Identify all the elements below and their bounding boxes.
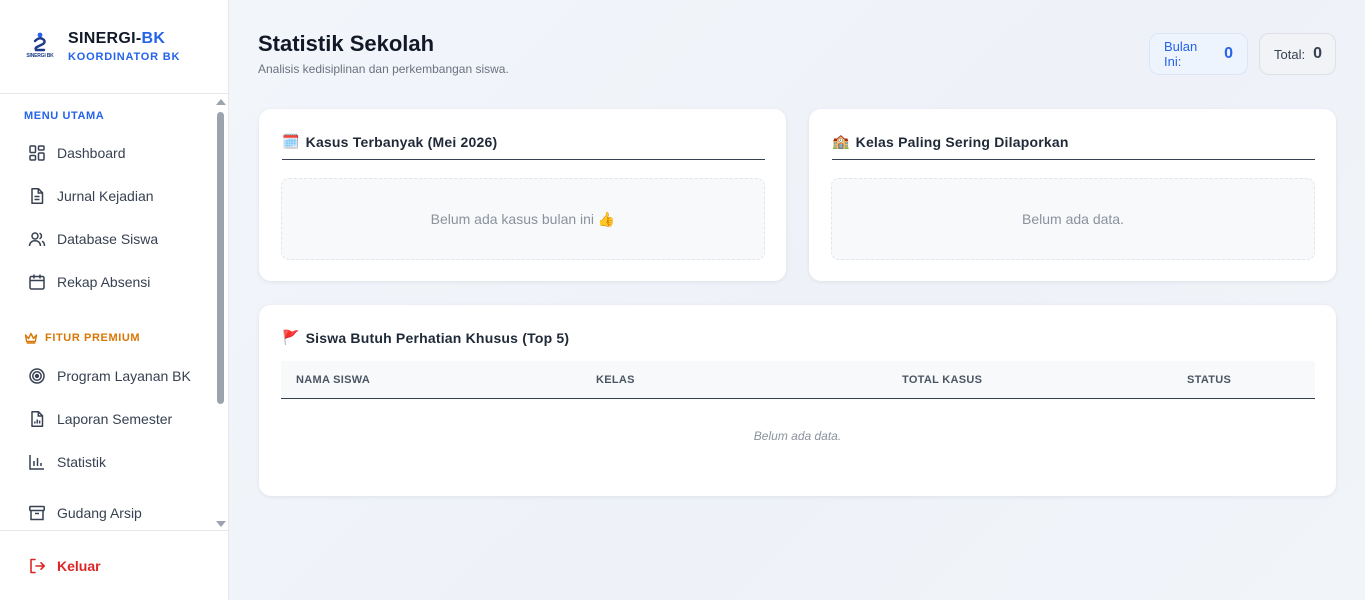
users-icon <box>28 230 46 248</box>
page-title: Statistik Sekolah <box>258 31 435 56</box>
sidebar-item-dashboard[interactable]: Dashboard <box>28 143 126 163</box>
crown-icon <box>24 332 38 344</box>
logout-label: Keluar <box>57 557 101 574</box>
target-icon <box>28 367 46 385</box>
total-count-label: Total: <box>1274 46 1306 62</box>
column-header-total-kasus[interactable]: TOTAL KASUS <box>902 374 982 386</box>
divider <box>832 159 1315 160</box>
sidebar-nav: MENU UTAMA Dashboard Jurnal Kejadian Dat… <box>0 95 229 530</box>
top-classes-empty-state: Belum ada data. <box>831 178 1315 260</box>
brand-name: SINERGI-BK <box>68 30 180 48</box>
grid-icon <box>28 144 46 162</box>
sidebar-item-label: Gudang Arsip <box>57 505 142 521</box>
attention-students-card: 🚩 Siswa Butuh Perhatian Khusus (Top 5) N… <box>259 305 1336 496</box>
sidebar-item-gudang-arsip[interactable]: Gudang Arsip <box>28 503 142 523</box>
attention-table-empty-state: Belum ada data. <box>753 429 842 443</box>
total-count-value: 0 <box>1313 45 1322 62</box>
section-title-main: MENU UTAMA <box>24 110 105 122</box>
top-cases-title: 🗓️ Kasus Terbanyak (Mei 2026) <box>282 133 497 150</box>
sidebar-item-label: Jurnal Kejadian <box>57 188 154 204</box>
top-classes-title: 🏫 Kelas Paling Sering Dilaporkan <box>832 133 1069 150</box>
attention-table-header: NAMA SISWA KELAS TOTAL KASUS STATUS <box>281 361 1315 399</box>
sidebar-item-label: Rekap Absensi <box>57 274 151 290</box>
logo-icon <box>33 32 46 51</box>
divider <box>282 159 765 160</box>
logo-text: SINERGI BK <box>26 52 54 59</box>
school-emoji-icon: 🏫 <box>832 133 850 149</box>
scrollbar-thumb[interactable] <box>217 112 224 404</box>
brand-name-accent: BK <box>141 30 166 47</box>
scroll-down-arrow-icon[interactable] <box>216 521 226 527</box>
calendar-icon <box>28 273 46 291</box>
scroll-up-arrow-icon[interactable] <box>216 99 226 105</box>
total-count-badge: Total: 0 <box>1259 33 1336 75</box>
month-count-label: Bulan Ini: <box>1164 39 1198 69</box>
archive-icon <box>28 504 46 522</box>
attention-title-text: Siswa Butuh Perhatian Khusus (Top 5) <box>305 329 570 346</box>
sidebar-item-label: Statistik <box>57 454 107 470</box>
sidebar-item-database-siswa[interactable]: Database Siswa <box>28 229 158 249</box>
section-title-premium-label: FITUR PREMIUM <box>45 332 141 344</box>
flag-emoji-icon: 🚩 <box>282 329 300 345</box>
attention-title: 🚩 Siswa Butuh Perhatian Khusus (Top 5) <box>282 329 569 346</box>
sidebar-scrollbar[interactable] <box>215 96 227 530</box>
brand[interactable]: SINERGI BK SINERGI-BK KOORDINATOR BK <box>0 0 228 94</box>
top-classes-title-text: Kelas Paling Sering Dilaporkan <box>855 133 1069 150</box>
sidebar-item-program-layanan-bk[interactable]: Program Layanan BK <box>28 366 191 386</box>
sidebar-item-laporan-semester[interactable]: Laporan Semester <box>28 409 172 429</box>
sidebar-item-label: Laporan Semester <box>57 411 173 427</box>
calendar-emoji-icon: 🗓️ <box>282 133 300 149</box>
brand-name-main: SINERGI- <box>68 30 142 47</box>
brand-text: SINERGI-BK KOORDINATOR BK <box>68 30 180 63</box>
brand-role: KOORDINATOR BK <box>68 51 181 63</box>
sidebar-item-jurnal-kejadian[interactable]: Jurnal Kejadian <box>28 186 154 206</box>
logout-icon <box>28 557 46 575</box>
sidebar-item-rekap-absensi[interactable]: Rekap Absensi <box>28 272 150 292</box>
column-header-status[interactable]: STATUS <box>1187 374 1231 386</box>
report-icon <box>28 410 46 428</box>
logout-button[interactable]: Keluar <box>0 530 229 600</box>
sidebar-item-label: Database Siswa <box>57 231 159 247</box>
sidebar-item-label: Program Layanan BK <box>57 368 191 384</box>
sidebar-item-statistik[interactable]: Statistik <box>28 452 106 472</box>
bar-chart-icon <box>28 453 46 471</box>
section-title-premium: FITUR PREMIUM <box>24 332 140 344</box>
page-subtitle: Analisis kedisiplinan dan perkembangan s… <box>258 62 509 76</box>
document-icon <box>28 187 46 205</box>
month-count-badge: Bulan Ini: 0 <box>1149 33 1248 75</box>
column-header-kelas[interactable]: KELAS <box>596 374 635 386</box>
brand-logo: SINERGI BK <box>24 32 56 62</box>
top-cases-title-text: Kasus Terbanyak (Mei 2026) <box>305 133 498 150</box>
column-header-nama-siswa[interactable]: NAMA SISWA <box>296 374 370 386</box>
top-classes-card: 🏫 Kelas Paling Sering Dilaporkan Belum a… <box>809 109 1336 281</box>
top-cases-empty-state: Belum ada kasus bulan ini 👍 <box>281 178 765 260</box>
sidebar-item-label: Dashboard <box>57 145 126 161</box>
month-count-value: 0 <box>1224 45 1233 62</box>
top-cases-card: 🗓️ Kasus Terbanyak (Mei 2026) Belum ada … <box>259 109 786 281</box>
sidebar: SINERGI BK SINERGI-BK KOORDINATOR BK MEN… <box>0 0 229 600</box>
